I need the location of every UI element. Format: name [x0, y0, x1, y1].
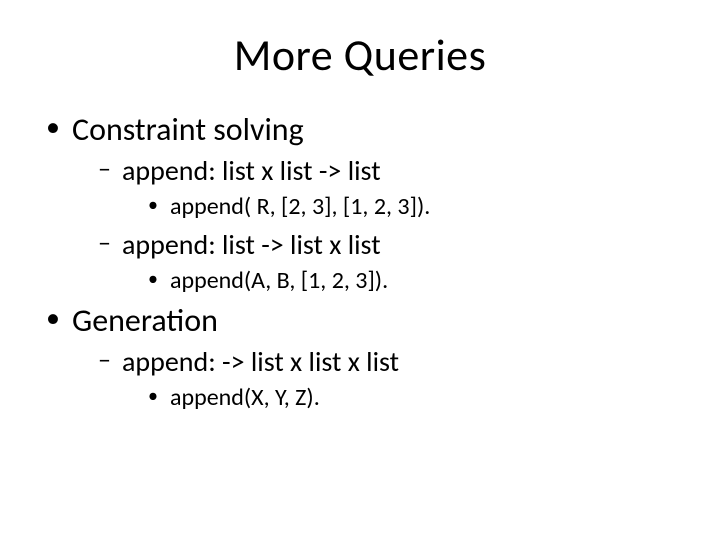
list-item: Constraint solving append: list x list -… [46, 110, 680, 295]
bullet-list: Constraint solving append: list x list -… [46, 110, 680, 412]
bullet-text: append( R, [2, 3], [1, 2, 3]). [170, 192, 430, 221]
sub-list: append: -> list x list x list append(X, … [98, 344, 680, 412]
list-item: append(X, Y, Z). [148, 383, 680, 412]
slide-title: More Queries [40, 28, 680, 82]
bullet-text: append: list x list -> list [122, 153, 381, 188]
list-item: append: list x list -> list append( R, [… [98, 153, 680, 221]
bullet-text: append: list -> list x list [122, 227, 381, 262]
sub-sub-list: append( R, [2, 3], [1, 2, 3]). [148, 192, 680, 221]
list-item: Generation append: -> list x list x list… [46, 301, 680, 412]
list-item: append: -> list x list x list append(X, … [98, 344, 680, 412]
sub-sub-list: append(A, B, [1, 2, 3]). [148, 266, 680, 295]
list-item: append( R, [2, 3], [1, 2, 3]). [148, 192, 680, 221]
bullet-text: append(X, Y, Z). [170, 383, 320, 412]
sub-sub-list: append(X, Y, Z). [148, 383, 680, 412]
slide: More Queries Constraint solving append: … [0, 0, 720, 540]
bullet-text: append: -> list x list x list [122, 344, 399, 379]
bullet-text: append(A, B, [1, 2, 3]). [170, 266, 388, 295]
list-item: append(A, B, [1, 2, 3]). [148, 266, 680, 295]
sub-list: append: list x list -> list append( R, [… [98, 153, 680, 295]
bullet-text: Generation [72, 301, 218, 340]
list-item: append: list -> list x list append(A, B,… [98, 227, 680, 295]
bullet-text: Constraint solving [72, 110, 304, 149]
